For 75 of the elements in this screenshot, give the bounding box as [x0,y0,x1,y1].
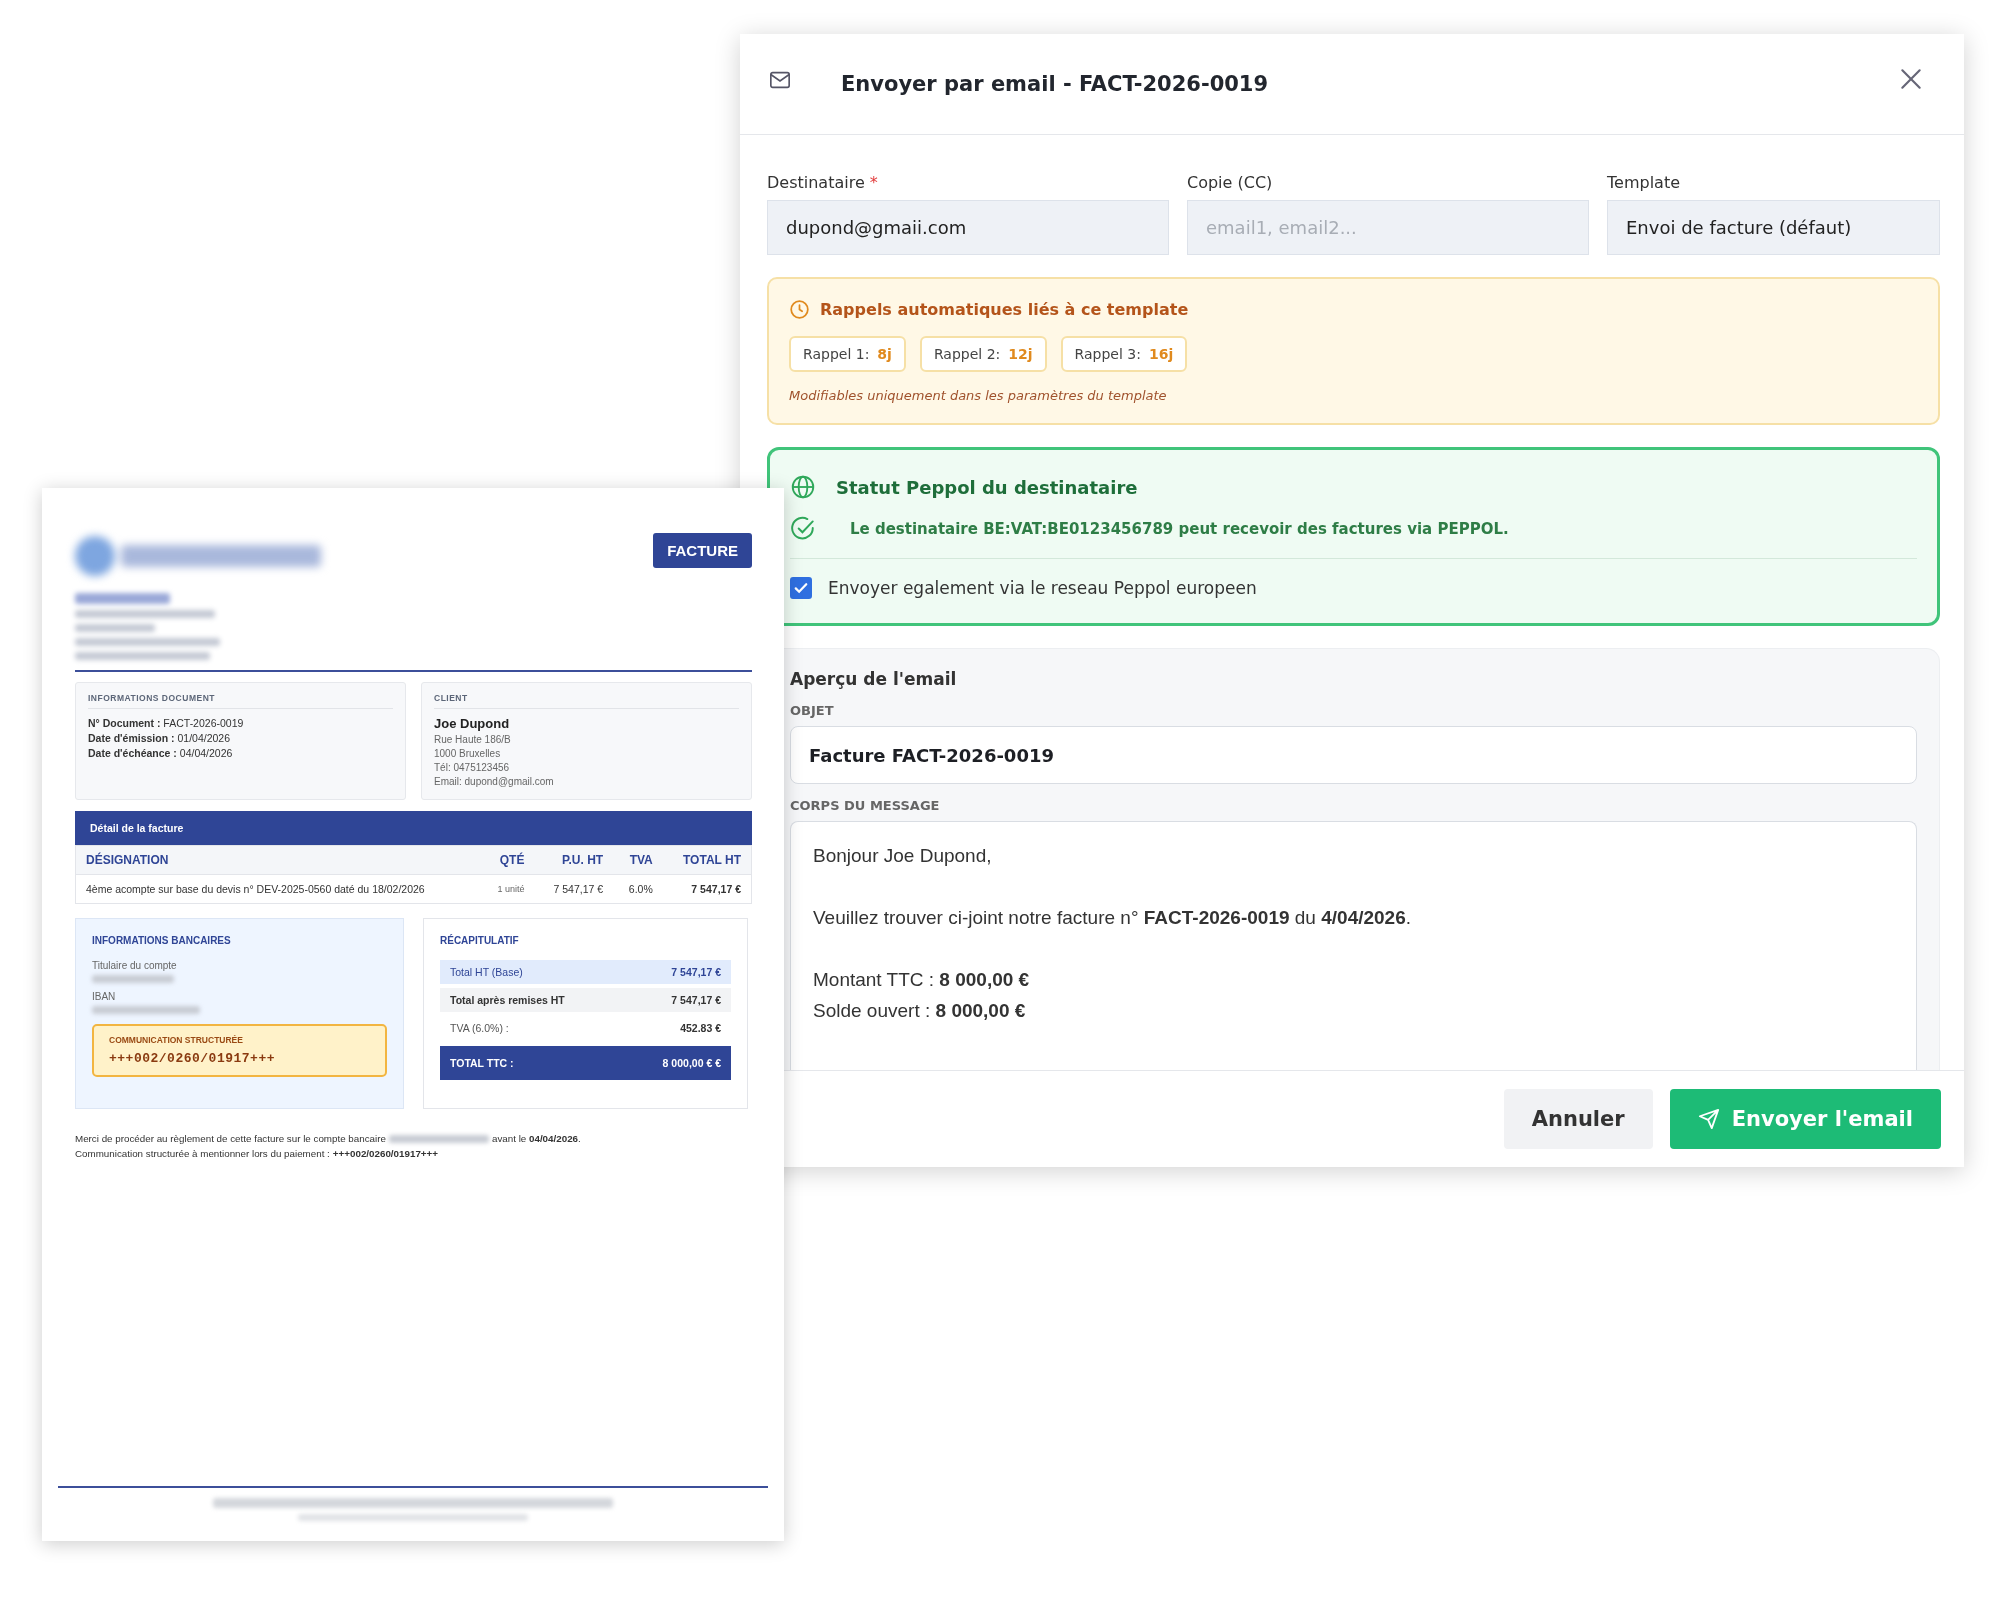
field-label: Destinataire [767,173,865,192]
close-icon[interactable] [1898,66,1924,92]
column-header: TOTAL HT [662,845,752,875]
payment-note: Merci de procéder au règlement de cette facture sur le compte bancaire [75,1132,386,1146]
document-info-line: N° Document : FACT-2026-0019 [88,716,245,731]
clock-icon [789,299,810,320]
client-detail: 1000 Bruxelles [434,747,502,761]
client-detail: Tél: 0475123456 [434,761,511,775]
detail-header: Détail de la facture [75,811,752,845]
paper-plane-icon [1697,1108,1720,1130]
account-holder-label: Titulaire du compte [92,960,178,971]
reminder-label: Rappel 1: [803,346,870,362]
required-asterisk: * [869,173,878,192]
subject-label: OBJET [790,703,835,718]
message-text: Montant TTC : 8 000,00 € [813,968,1031,992]
input-field[interactable]: email1, email2... [1187,200,1589,255]
card-title: CLIENT [434,693,739,709]
body-label: CORPS DU MESSAGE [790,798,941,813]
subject-field[interactable]: Facture FACT-2026-0019 [790,726,1917,784]
mail-icon [767,69,793,91]
message-body-field[interactable]: Bonjour Joe Dupond, Veuillez trouver ci-joint notre facture n° FACT-2026-0019 du 4/04/2026. Montant TTC : 8 000,00 € Solde ouvert : 8 000,00 € [790,821,1917,1070]
globe-icon [790,474,816,500]
card-title: INFORMATIONS DOCUMENT [88,693,393,709]
card-title: RÉCAPITULATIF [440,935,520,946]
client-detail: Rue Haute 186/B [434,733,512,747]
column-header: P.U. HT [534,845,614,875]
document-info-line: Date d'émission : 01/04/2026 [88,731,231,746]
table-cell: 6.0% [613,874,663,904]
peppol-message: Le destinataire BE:VAT:BE0123456789 peut recevoir des factures via PEPPOL. [850,520,1509,538]
message-text: Veuillez trouver ci-joint notre facture n° FACT-2026-0019 du 4/04/2026. [813,906,1413,930]
reminder-label: Rappel 2: [933,346,1001,362]
table-cell: 1 unité [481,874,535,904]
client-name: Joe Dupond [434,716,511,731]
checkbox[interactable] [790,577,812,599]
input-field[interactable]: dupond@gmaii.com [767,200,1169,255]
summary-label: TVA (6.0%) : [450,1022,509,1034]
reminder-days: 12j [1008,346,1033,362]
iban-label: IBAN [92,991,117,1002]
card-title: INFORMATIONS BANCAIRES [92,935,232,946]
summary-value: 7 547,17 € [671,994,721,1006]
summary-value: 7 547,17 € [671,966,721,978]
document-info-line: Date d'échéance : 04/04/2026 [88,746,234,761]
reminders-note: Modifiables uniquement dans les paramètres du template [789,388,1168,403]
input-field[interactable]: Envoi de facture (défaut) [1607,200,1940,255]
message-text: Bonjour Joe Dupond, [813,844,993,868]
peppol-title: Statut Peppol du destinataire [836,476,1138,498]
message-text: Solde ouvert : 8 000,00 € [813,999,1027,1023]
invoice-badge: FACTURE [653,533,752,568]
table-cell: 7 547,17 € [534,874,614,904]
dialog-title: Envoyer par email - FACT-2026-0019 [841,72,1270,96]
reminder-days: 8j [877,346,892,362]
payment-note: avant le 04/04/2026. [491,1132,581,1146]
communication-label: COMMUNICATION STRUCTURÉE [109,1035,244,1045]
reminder-days: 16j [1148,346,1174,362]
preview-title: Aperçu de l'email [790,669,958,689]
summary-label: TOTAL TTC : [450,1057,514,1069]
payment-note: Communication structurée à mentionner lors du paiement : +++002/0260/01917+++ [75,1147,439,1161]
summary-label: Total HT (Base) [450,966,523,978]
cancel-button[interactable]: Annuler [1503,1089,1653,1149]
column-header: TVA [613,845,663,875]
reminders-title: Rappels automatiques liés à ce template [820,300,1189,319]
field-label: Copie (CC) [1187,173,1273,192]
column-header: QTÉ [481,845,535,875]
checkbox-label: Envoyer egalement via le reseau Peppol europeen [828,578,1257,598]
client-detail: Email: dupond@gmail.com [434,775,555,789]
reminder-label: Rappel 3: [1074,346,1141,362]
summary-value: 452.83 € [680,1022,721,1034]
column-header: DÉSIGNATION [75,845,482,875]
summary-value: 8 000,00 € € [662,1057,721,1069]
communication-value: +++002/0260/01917+++ [109,1051,277,1066]
table-cell: 4ème acompte sur base du devis n° DEV-2025-0560 daté du 18/02/2026 [75,874,482,904]
field-label: Template [1607,173,1680,192]
check-circle-icon [790,516,816,542]
table-cell: 7 547,17 € [662,874,752,904]
summary-label: Total après remises HT [450,994,565,1006]
